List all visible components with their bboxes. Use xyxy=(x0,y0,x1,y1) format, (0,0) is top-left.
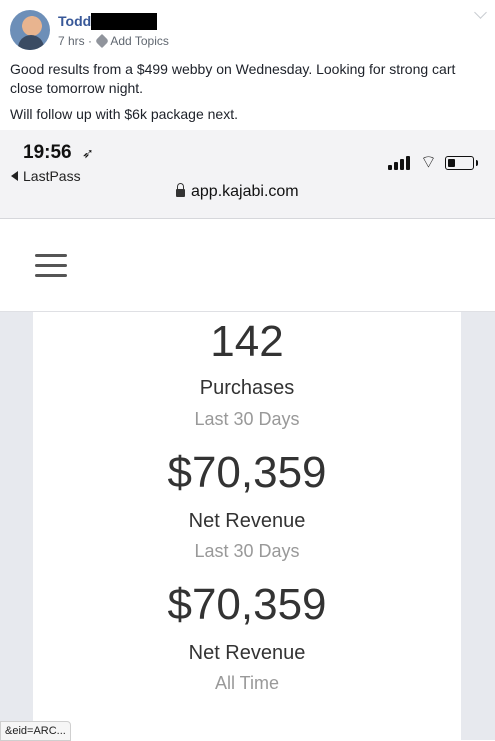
net-revenue-all-period: All Time xyxy=(214,673,279,693)
meta-separator: · xyxy=(88,34,93,48)
phone-screenshot: 19:56 ➶ LastPass ⌔ app.kajabi.com 142 Pu… xyxy=(0,130,495,740)
net-revenue-all-label: Net Revenue xyxy=(188,642,306,664)
net-revenue-30d-value: $70,359 xyxy=(167,448,327,497)
wifi-icon: ⌔ xyxy=(420,152,437,172)
tag-icon xyxy=(95,33,110,49)
purchases-label: Purchases xyxy=(199,377,295,399)
back-to-app-link[interactable]: LastPass xyxy=(11,168,81,184)
add-topics-label: Add Topics xyxy=(110,34,169,48)
add-topics-link[interactable]: Add Topics xyxy=(95,33,169,49)
ios-status-bar: 19:56 ➶ LastPass ⌔ app.kajabi.com xyxy=(0,130,495,219)
location-arrow-icon: ➶ xyxy=(82,145,94,161)
post-meta: 7 hrs · Add Topics xyxy=(58,33,169,49)
post-timestamp[interactable]: 7 hrs xyxy=(58,34,85,48)
redacted-surname xyxy=(91,13,157,30)
back-app-label: LastPass xyxy=(23,168,81,184)
cellular-signal-icon xyxy=(388,156,410,170)
net-revenue-30d-period: Last 30 Days xyxy=(194,541,300,561)
back-triangle-icon xyxy=(11,171,18,181)
battery-icon xyxy=(445,156,478,170)
net-revenue-all-value: $70,359 xyxy=(167,580,327,629)
purchases-period: Last 30 Days xyxy=(194,409,300,429)
address-bar[interactable]: app.kajabi.com xyxy=(176,183,299,201)
post-options-chevron-icon[interactable] xyxy=(474,6,487,19)
kajabi-nav-bar xyxy=(0,219,495,312)
lock-icon xyxy=(176,183,185,197)
hamburger-menu-icon[interactable] xyxy=(35,254,67,278)
post-text-line: Will follow up with $6k package next. xyxy=(10,106,238,122)
browser-status-url: &eid=ARC... xyxy=(0,721,71,741)
net-revenue-30d-label: Net Revenue xyxy=(188,510,306,532)
address-url: app.kajabi.com xyxy=(191,183,299,200)
stats-card: 142 Purchases Last 30 Days $70,359 Net R… xyxy=(33,312,461,740)
post-body: Good results from a $499 webby on Wednes… xyxy=(10,60,490,131)
status-time: 19:56 xyxy=(23,142,72,163)
author-name[interactable]: Todd xyxy=(58,13,91,29)
purchases-count: 142 xyxy=(210,317,284,366)
facebook-post-header: Todd 7 hrs · Add Topics Good results fro… xyxy=(0,0,495,130)
post-text-line: Good results from a $499 webby on Wednes… xyxy=(10,61,456,96)
author-avatar[interactable] xyxy=(10,10,50,50)
